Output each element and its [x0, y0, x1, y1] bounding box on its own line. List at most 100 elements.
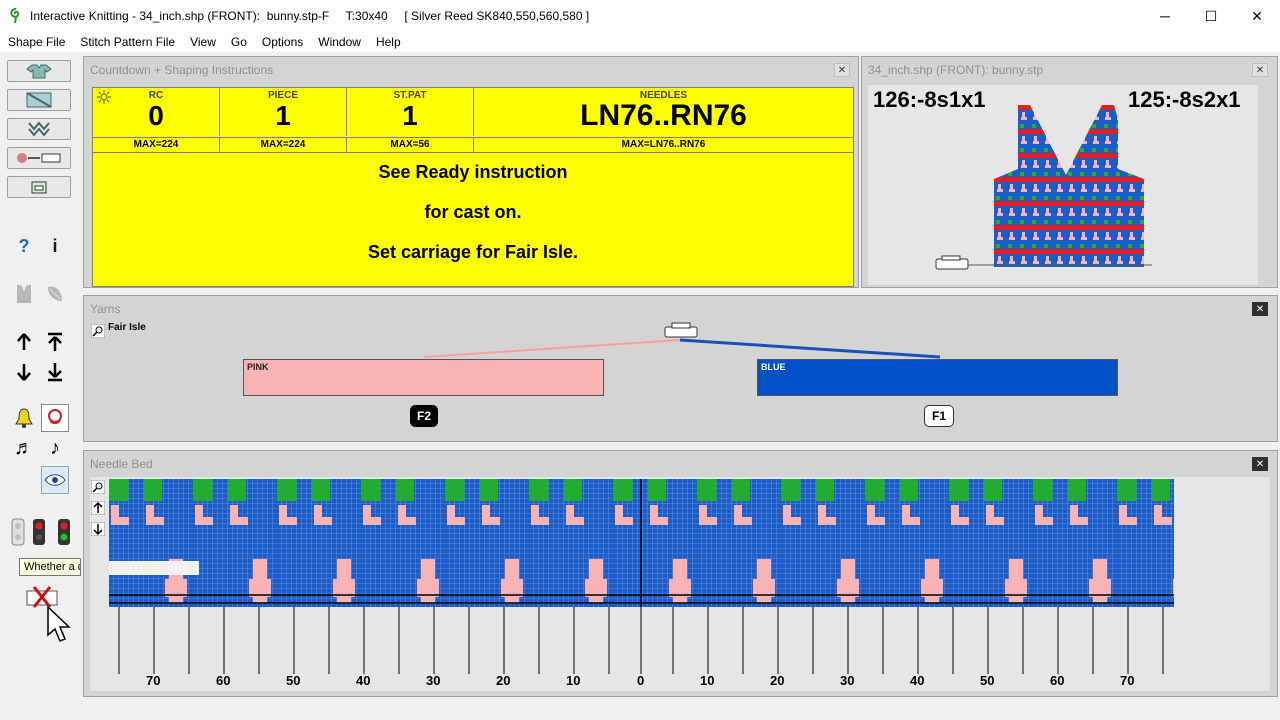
speaking-head-icon: [48, 409, 62, 424]
countdown-close-button[interactable]: ✕: [834, 63, 850, 77]
yarn-blue-bar[interactable]: BLUE: [757, 359, 1118, 396]
menu-bar: Shape File Stitch Pattern File View Go O…: [0, 32, 1280, 52]
shape-preview: 126:-8s1x1 125:-8s2x1: [868, 85, 1258, 285]
eye-icon: [44, 474, 66, 486]
garment-icon: [26, 64, 52, 79]
needle-number: 60: [1050, 673, 1065, 688]
needle-number: 50: [286, 673, 301, 688]
menu-shape-file[interactable]: Shape File: [0, 35, 72, 49]
needle-bed-panel: Needle Bed ✕ 70 60 50 40 30 20 10 0 10 2…: [83, 450, 1278, 697]
needle-number: 40: [356, 673, 371, 688]
pattern-icon: [28, 121, 50, 137]
needle-number: 0: [637, 673, 645, 688]
traffic-light-red-icon: [33, 519, 45, 545]
tooltip: Whether a c: [19, 558, 81, 576]
needles-max: MAX=LN76..RN76: [474, 137, 853, 152]
shape-file-button[interactable]: [7, 60, 71, 82]
piece-front-button[interactable]: [10, 280, 38, 308]
menu-options[interactable]: Options: [254, 35, 310, 49]
needles-value: LN76..RN76: [580, 99, 747, 132]
scroll-down-icon[interactable]: [91, 522, 105, 536]
vest-preview-image: [994, 105, 1144, 267]
help-button[interactable]: ?: [10, 232, 38, 260]
info-button[interactable]: i: [41, 232, 69, 260]
close-window-button[interactable]: ✕: [1234, 0, 1280, 32]
carriage-settings-button[interactable]: [7, 147, 71, 169]
countdown-panel-title: Countdown + Shaping Instructions: [90, 63, 274, 77]
bell-icon: [15, 408, 33, 428]
menu-view[interactable]: View: [182, 35, 223, 49]
instruction-line-1: See Ready instruction: [378, 162, 568, 182]
needle-number: 20: [496, 673, 511, 688]
instruction-line-3: Set carriage for Fair Isle.: [367, 242, 579, 262]
shape-preview-panel: 34_inch.shp (FRONT): bunny.stp ✕ 126:-8s…: [861, 56, 1278, 288]
needle-number: 70: [146, 673, 161, 688]
menu-help[interactable]: Help: [368, 35, 408, 49]
rc-cell: RC 0: [93, 88, 220, 136]
view-button[interactable]: [41, 466, 69, 494]
countdown-panel: Countdown + Shaping Instructions ✕ RC 0 …: [83, 56, 859, 288]
vest-icon: [17, 285, 31, 303]
preview-close-button[interactable]: ✕: [1252, 63, 1268, 77]
maximize-button[interactable]: ☐: [1188, 0, 1234, 32]
zoom-icon[interactable]: [91, 480, 105, 494]
shaping-grid-icon: [26, 92, 52, 108]
minimize-button[interactable]: ─: [1142, 0, 1188, 32]
piece-back-button[interactable]: [41, 280, 69, 308]
traffic-light-off-icon: [11, 518, 25, 546]
needles-cell: NEEDLES LN76..RN76: [474, 88, 853, 136]
needle-bed-chart[interactable]: [109, 479, 1174, 674]
needle-number: 30: [840, 673, 855, 688]
needle-number: 10: [700, 673, 715, 688]
carriage-preview-icon: [935, 255, 1152, 270]
row-down-button[interactable]: [10, 358, 38, 386]
arrow-down-icon: [17, 364, 31, 381]
piece-max: MAX=224: [220, 137, 347, 152]
feeder-f2-badge[interactable]: F2: [410, 405, 438, 427]
carriage-settings-icon: [17, 153, 61, 163]
feeder-f1-badge[interactable]: F1: [924, 405, 954, 427]
arrow-up-icon: [17, 333, 31, 350]
needle-bed-close-button[interactable]: ✕: [1252, 457, 1268, 471]
music-note-icon: ♪: [50, 436, 60, 459]
window-title: Interactive Knitting - 34_inch.shp (FRON…: [30, 9, 590, 23]
machine-icon: [31, 181, 47, 194]
rc-value: 0: [148, 100, 164, 131]
traffic-light-red-button[interactable]: [25, 518, 53, 546]
voice-button[interactable]: [41, 404, 69, 432]
needle-number: 60: [216, 673, 231, 688]
preview-panel-title: 34_inch.shp (FRONT): bunny.stp: [868, 63, 1044, 77]
stitch-pattern-button[interactable]: [7, 118, 71, 140]
needle-number: 20: [770, 673, 785, 688]
app-icon: [8, 8, 24, 24]
needle-number: 40: [910, 673, 925, 688]
carriage-icon[interactable]: [663, 322, 699, 340]
row-up-button[interactable]: [10, 328, 38, 356]
needle-number: 70: [1120, 673, 1135, 688]
rc-max: MAX=224: [93, 137, 220, 152]
menu-window[interactable]: Window: [310, 35, 368, 49]
music-note-button[interactable]: ♪: [41, 434, 69, 462]
instruction-line-2: for cast on.: [424, 202, 522, 222]
yarn-blue-label: BLUE: [761, 362, 786, 372]
traffic-light-green-button[interactable]: [50, 518, 78, 546]
stpat-cell: ST.PAT 1: [347, 88, 474, 136]
row-top-button[interactable]: [41, 328, 69, 356]
menu-go[interactable]: Go: [223, 35, 254, 49]
left-toolbar: ? i ♬ ♪: [0, 52, 82, 720]
menu-stitch-pattern-file[interactable]: Stitch Pattern File: [72, 35, 182, 49]
needle-number: 30: [426, 673, 441, 688]
stpat-value: 1: [402, 100, 418, 131]
machine-button[interactable]: [7, 176, 71, 198]
music-notes-button[interactable]: ♬: [10, 434, 38, 462]
scroll-up-icon[interactable]: [91, 501, 105, 515]
leaf-icon: [48, 286, 62, 301]
yarn-pink-bar[interactable]: PINK: [243, 359, 604, 396]
music-notes-icon: ♬: [14, 436, 34, 459]
yarn-pink-label: PINK: [247, 362, 269, 372]
arrow-bottom-icon: [48, 363, 62, 382]
shaping-button[interactable]: [7, 89, 71, 111]
row-bottom-button[interactable]: [41, 358, 69, 386]
needle-bed-panel-title: Needle Bed: [90, 457, 153, 471]
bell-button[interactable]: [10, 404, 38, 432]
